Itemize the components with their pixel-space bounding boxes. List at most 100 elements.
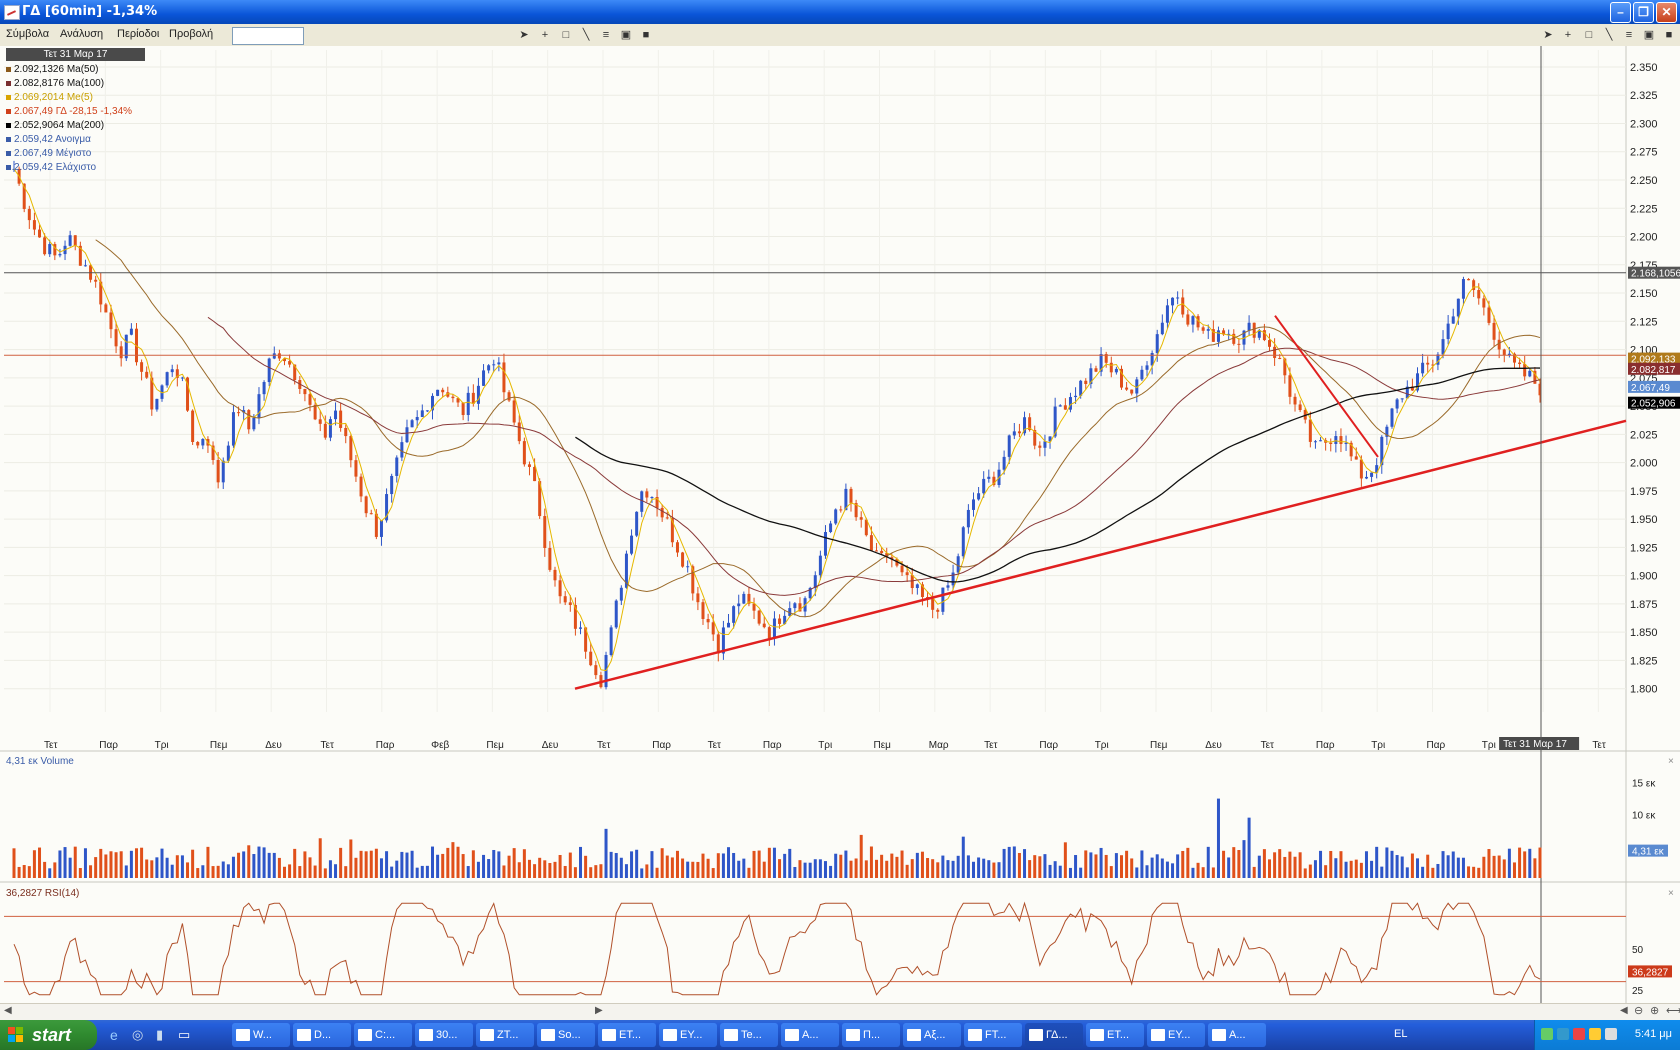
restore-button[interactable]: ❐ bbox=[1633, 2, 1654, 23]
task-app-icon bbox=[480, 1029, 494, 1042]
candle-body bbox=[104, 304, 108, 313]
rectangle-tool-icon[interactable]: □ bbox=[559, 28, 573, 42]
volume-bar bbox=[410, 850, 414, 878]
volume-bar bbox=[150, 860, 154, 878]
legend-row: 2.069,2014 Me(5) bbox=[6, 91, 145, 105]
line-tool-icon[interactable]: ╲ bbox=[579, 28, 593, 42]
scroll-right-icon[interactable]: ▶ bbox=[595, 1005, 603, 1016]
taskbar-task[interactable]: ET... bbox=[598, 1023, 656, 1047]
volume-bar bbox=[482, 854, 486, 878]
scroll-left-icon[interactable]: ◀ bbox=[4, 1005, 12, 1016]
tray-network-icon[interactable] bbox=[1541, 1028, 1553, 1040]
save-tool-right-icon[interactable]: ■ bbox=[1662, 28, 1676, 42]
save-tool-icon[interactable]: ■ bbox=[639, 28, 653, 42]
price-tick-label: 1.800 bbox=[1630, 684, 1658, 696]
taskbar-task[interactable]: EY... bbox=[1147, 1023, 1205, 1047]
menu-symbols[interactable]: Σύμβολα bbox=[6, 28, 49, 40]
minimize-button[interactable]: – bbox=[1610, 2, 1631, 23]
taskbar-task[interactable]: ΓΔ... bbox=[1025, 1023, 1083, 1047]
time-tick-label: Πεμ bbox=[210, 740, 228, 751]
crosshair-tool-right-icon[interactable]: + bbox=[1561, 28, 1575, 42]
zoom-out-icon[interactable]: ⊖ bbox=[1634, 1004, 1643, 1017]
browser-quicklaunch-icon[interactable]: ◎ bbox=[132, 1027, 143, 1043]
rectangle-tool-right-icon[interactable]: □ bbox=[1582, 28, 1596, 42]
volume-bar bbox=[1380, 866, 1384, 878]
volume-bar bbox=[390, 866, 394, 878]
ie-quicklaunch-icon[interactable]: e bbox=[110, 1027, 118, 1043]
language-indicator[interactable]: EL bbox=[1394, 1028, 1407, 1040]
taskbar-task[interactable]: FT... bbox=[964, 1023, 1022, 1047]
volume-bar bbox=[584, 855, 588, 878]
crosshair-tool-icon[interactable]: + bbox=[538, 28, 552, 42]
taskbar-task[interactable]: Π... bbox=[842, 1023, 900, 1047]
time-tick-label: Δευ bbox=[1205, 740, 1222, 751]
taskbar-task[interactable]: A... bbox=[781, 1023, 839, 1047]
taskbar: start e ◎ ▮ ▭ W... D... C:... 30... ZT... So.… bbox=[0, 1020, 1680, 1050]
time-tick-label: Τετ bbox=[1592, 740, 1605, 751]
chart-svg[interactable]: 2.3502.3252.3002.2752.2502.2252.2002.175… bbox=[0, 46, 1680, 1003]
tray-security-icon[interactable] bbox=[1573, 1028, 1585, 1040]
close-button[interactable]: ✕ bbox=[1656, 2, 1677, 23]
volume-bar bbox=[1053, 861, 1057, 878]
tray-sync-icon[interactable] bbox=[1557, 1028, 1569, 1040]
volume-bar bbox=[466, 866, 470, 878]
candle-body bbox=[1171, 297, 1175, 306]
time-tick-label: Τετ bbox=[321, 740, 334, 751]
taskbar-task[interactable]: So... bbox=[537, 1023, 595, 1047]
zoom-in-icon[interactable]: ⊕ bbox=[1650, 1004, 1659, 1017]
window-titlebar[interactable]: ΓΔ [60min] -1,34% – ❐ ✕ bbox=[0, 0, 1680, 24]
taskbar-task[interactable]: EY... bbox=[659, 1023, 717, 1047]
volume-bar bbox=[231, 856, 235, 878]
zoom-fit-icon[interactable]: ⟷ bbox=[1666, 1004, 1680, 1017]
volume-bar bbox=[48, 868, 52, 878]
candle-body bbox=[696, 593, 700, 603]
lines-tool-icon[interactable]: ≡ bbox=[599, 28, 613, 42]
taskbar-task[interactable]: ET... bbox=[1086, 1023, 1144, 1047]
pointer-tool-icon[interactable]: ➤ bbox=[517, 28, 531, 42]
taskbar-task[interactable]: A... bbox=[1208, 1023, 1266, 1047]
candle-body bbox=[1114, 368, 1118, 373]
menu-view[interactable]: Προβολή bbox=[169, 28, 213, 40]
taskbar-task[interactable]: D... bbox=[293, 1023, 351, 1047]
scroll-end-left-icon[interactable]: ◀ bbox=[1620, 1005, 1628, 1016]
time-tick-label: Πεμ bbox=[874, 740, 892, 751]
volume-bar bbox=[303, 851, 307, 878]
lines-tool-right-icon[interactable]: ≡ bbox=[1622, 28, 1636, 42]
time-tick-label: Παρ bbox=[1039, 740, 1058, 751]
menu-periods[interactable]: Περίοδοι bbox=[117, 28, 159, 40]
volume-bar bbox=[502, 865, 506, 878]
volume-bar bbox=[982, 858, 986, 878]
taskbar-task[interactable]: ZT... bbox=[476, 1023, 534, 1047]
candle-body bbox=[27, 208, 31, 221]
line-tool-right-icon[interactable]: ╲ bbox=[1602, 28, 1616, 42]
volume-bar bbox=[1007, 846, 1011, 878]
volume-bar bbox=[1247, 817, 1251, 878]
volume-bar bbox=[1492, 855, 1496, 878]
start-button[interactable]: start bbox=[0, 1020, 97, 1050]
pointer-tool-right-icon[interactable]: ➤ bbox=[1541, 28, 1555, 42]
taskbar-task[interactable]: W... bbox=[232, 1023, 290, 1047]
menu-analysis[interactable]: Ανάλυση bbox=[60, 28, 103, 40]
volume-bar bbox=[160, 848, 164, 878]
taskbar-task[interactable]: C:... bbox=[354, 1023, 412, 1047]
task-label: Π... bbox=[863, 1029, 881, 1041]
taskbar-task[interactable]: Te... bbox=[720, 1023, 778, 1047]
media-quicklaunch-icon[interactable]: ▮ bbox=[156, 1027, 163, 1043]
symbol-search-input[interactable] bbox=[232, 27, 304, 45]
taskbar-task[interactable]: 30... bbox=[415, 1023, 473, 1047]
chart-tool-right-icon[interactable]: ▣ bbox=[1642, 28, 1656, 42]
volume-bar bbox=[1176, 854, 1180, 878]
tray-volume-icon[interactable] bbox=[1605, 1028, 1617, 1040]
tray-shield-icon[interactable] bbox=[1589, 1028, 1601, 1040]
chart-area[interactable]: 2.350 2.325 2.300 2.275 2.250 2.225 2.200 2.175… bbox=[0, 46, 1680, 1010]
candle-body bbox=[757, 610, 761, 624]
taskbar-task[interactable]: Aξ... bbox=[903, 1023, 961, 1047]
legend-text: 2.082,8176 Ma(100) bbox=[14, 78, 105, 89]
volume-bar bbox=[1339, 851, 1343, 878]
candle-body bbox=[594, 665, 598, 676]
candle-body bbox=[630, 535, 634, 554]
chart-tool-icon[interactable]: ▣ bbox=[619, 28, 633, 42]
legend-row: 2.082,8176 Ma(100) bbox=[6, 77, 145, 91]
desktop-quicklaunch-icon[interactable]: ▭ bbox=[178, 1027, 190, 1043]
horizontal-scrollbar[interactable]: ◀ ▶ ◀ ⊖ ⊕ ⟷ bbox=[0, 1003, 1680, 1020]
